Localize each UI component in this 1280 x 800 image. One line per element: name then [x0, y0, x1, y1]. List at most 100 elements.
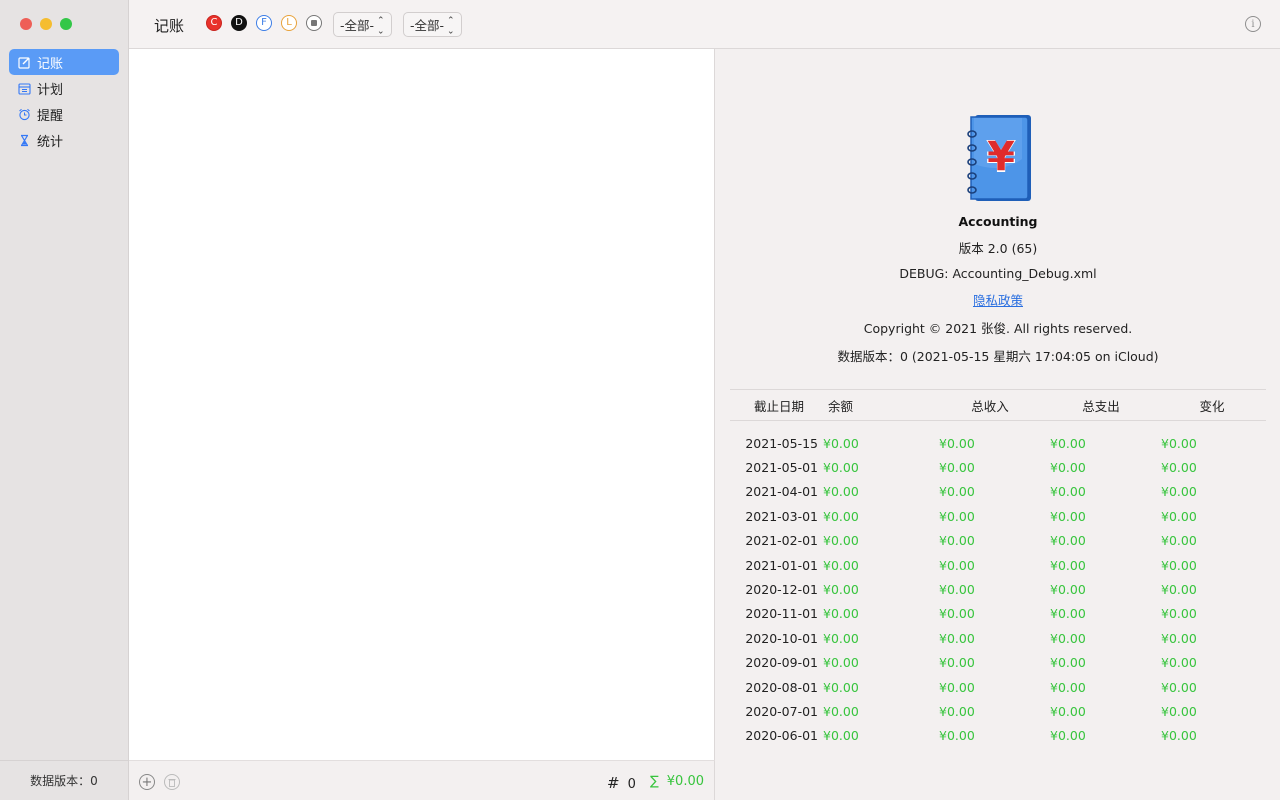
row-balance: ¥0.00	[823, 655, 859, 671]
category-popup-value: -全部-	[340, 18, 375, 33]
table-row[interactable]: 2021-01-01 ¥0.00 ¥0.00 ¥0.00 ¥0.00	[730, 553, 1266, 577]
row-expense: ¥0.00	[1050, 533, 1086, 549]
trash-icon[interactable]	[164, 774, 180, 790]
row-balance: ¥0.00	[823, 460, 859, 476]
sidebar-item-label: 计划	[37, 82, 64, 98]
row-income: ¥0.00	[939, 435, 975, 451]
sidebar-item-plan[interactable]: 计划	[9, 75, 119, 101]
sidebar-item-statistics[interactable]: 统计	[9, 127, 119, 153]
filter-c-button[interactable]: C	[206, 15, 222, 31]
close-window-button[interactable]	[20, 18, 32, 30]
account-popup[interactable]: -全部- ⌃ ⌃	[403, 12, 462, 37]
table-row[interactable]: 2020-08-01 ¥0.00 ¥0.00 ¥0.00 ¥0.00	[730, 675, 1266, 699]
table-row[interactable]: 2020-06-01 ¥0.00 ¥0.00 ¥0.00 ¥0.00	[730, 724, 1266, 748]
column-header-expense[interactable]: 总支出	[1041, 396, 1152, 415]
sidebar-item-label: 记账	[37, 56, 64, 72]
sidebar-item-bookkeeping[interactable]: 记账	[9, 49, 119, 75]
table-row[interactable]: 2021-05-15 ¥0.00 ¥0.00 ¥0.00 ¥0.00	[730, 431, 1266, 455]
total-sum: ∑ ¥0.00	[650, 774, 704, 789]
debug-file: DEBUG: Accounting_Debug.xml	[899, 266, 1097, 281]
table-row[interactable]: 2020-12-01 ¥0.00 ¥0.00 ¥0.00 ¥0.00	[730, 577, 1266, 601]
table-header: 截止日期 余额 总收入 总支出 变化	[730, 389, 1266, 421]
row-expense: ¥0.00	[1050, 655, 1086, 671]
app-logo: ¥ ¥	[962, 114, 1034, 202]
table-row[interactable]: 2021-02-01 ¥0.00 ¥0.00 ¥0.00 ¥0.00	[730, 529, 1266, 553]
detail-panel: ¥ ¥ Accounting 版本 2.0 (65) DEBUG: Accoun…	[716, 49, 1280, 800]
toolbar: 记账 C D F L -全部- ⌃ ⌃ -全部- ⌃ ⌃ i	[129, 0, 1280, 49]
table-row[interactable]: 2020-07-01 ¥0.00 ¥0.00 ¥0.00 ¥0.00	[730, 699, 1266, 723]
column-header-date[interactable]: 截止日期	[730, 396, 818, 415]
table-row[interactable]: 2020-11-01 ¥0.00 ¥0.00 ¥0.00 ¥0.00	[730, 602, 1266, 626]
record-count: #0	[607, 774, 636, 792]
privacy-link-row: 隐私政策	[716, 290, 1280, 309]
table-row[interactable]: 2021-03-01 ¥0.00 ¥0.00 ¥0.00 ¥0.00	[730, 504, 1266, 528]
row-change: ¥0.00	[1161, 728, 1197, 744]
row-income: ¥0.00	[939, 533, 975, 549]
info-icon[interactable]: i	[1245, 16, 1261, 32]
column-header-income[interactable]: 总收入	[930, 396, 1041, 415]
add-button[interactable]: +	[139, 774, 155, 790]
app-version: 版本 2.0 (65)	[958, 241, 1038, 256]
minimize-window-button[interactable]	[40, 18, 52, 30]
record-count-value: 0	[627, 777, 636, 792]
row-change: ¥0.00	[1161, 703, 1197, 719]
table-row[interactable]: 2021-04-01 ¥0.00 ¥0.00 ¥0.00 ¥0.00	[730, 480, 1266, 504]
hash-icon: #	[607, 774, 620, 792]
yen-symbol: ¥	[987, 134, 1015, 180]
row-income: ¥0.00	[939, 582, 975, 598]
row-balance: ¥0.00	[823, 630, 859, 646]
filter-l-button[interactable]: L	[281, 15, 297, 31]
chevron-updown-icon: ⌃ ⌃	[447, 15, 455, 34]
transaction-list[interactable]	[129, 49, 715, 760]
sidebar-list: 记账 计划 提醒 统计	[9, 49, 119, 153]
privacy-policy-link[interactable]: 隐私政策	[973, 293, 1023, 308]
row-date: 2020-09-01	[745, 655, 818, 671]
row-expense: ¥0.00	[1050, 484, 1086, 500]
row-date: 2021-02-01	[745, 533, 818, 549]
row-income: ¥0.00	[939, 655, 975, 671]
hourglass-icon	[17, 133, 31, 147]
row-balance: ¥0.00	[823, 533, 859, 549]
table-row[interactable]: 2020-10-01 ¥0.00 ¥0.00 ¥0.00 ¥0.00	[730, 626, 1266, 650]
row-expense: ¥0.00	[1050, 557, 1086, 573]
column-header-change[interactable]: 变化	[1152, 396, 1263, 415]
table-row[interactable]: 2020-09-01 ¥0.00 ¥0.00 ¥0.00 ¥0.00	[730, 651, 1266, 675]
row-expense: ¥0.00	[1050, 435, 1086, 451]
row-balance: ¥0.00	[823, 703, 859, 719]
row-date: 2021-05-01	[745, 460, 818, 476]
row-change: ¥0.00	[1161, 533, 1197, 549]
row-change: ¥0.00	[1161, 460, 1197, 476]
category-popup[interactable]: -全部- ⌃ ⌃	[333, 12, 392, 37]
filter-f-button[interactable]: F	[256, 15, 272, 31]
window-controls	[20, 18, 72, 30]
row-expense: ¥0.00	[1050, 728, 1086, 744]
table-row[interactable]: 2021-05-01 ¥0.00 ¥0.00 ¥0.00 ¥0.00	[730, 455, 1266, 479]
filter-d-button[interactable]: D	[231, 15, 247, 31]
row-expense: ¥0.00	[1050, 508, 1086, 524]
row-date: 2021-03-01	[745, 508, 818, 524]
row-income: ¥0.00	[939, 508, 975, 524]
zoom-window-button[interactable]	[60, 18, 72, 30]
row-change: ¥0.00	[1161, 557, 1197, 573]
sidebar-data-version: 数据版本：0	[0, 760, 128, 800]
row-date: 2020-06-01	[745, 728, 818, 744]
row-balance: ¥0.00	[823, 484, 859, 500]
row-income: ¥0.00	[939, 679, 975, 695]
row-date: 2020-10-01	[745, 630, 818, 646]
row-date: 2020-07-01	[745, 703, 818, 719]
sidebar-item-reminder[interactable]: 提醒	[9, 101, 119, 127]
row-income: ¥0.00	[939, 703, 975, 719]
stop-icon[interactable]	[306, 15, 322, 31]
row-balance: ¥0.00	[823, 582, 859, 598]
row-income: ¥0.00	[939, 728, 975, 744]
about-section: ¥ ¥ Accounting 版本 2.0 (65) DEBUG: Accoun…	[716, 114, 1280, 365]
row-balance: ¥0.00	[823, 606, 859, 622]
row-expense: ¥0.00	[1050, 630, 1086, 646]
row-expense: ¥0.00	[1050, 582, 1086, 598]
row-date: 2021-05-15	[745, 435, 818, 451]
row-income: ¥0.00	[939, 606, 975, 622]
row-date: 2020-08-01	[745, 679, 818, 695]
column-header-balance[interactable]: 余额	[818, 396, 930, 415]
chevron-updown-icon: ⌃ ⌃	[377, 15, 385, 34]
statistics-table: 截止日期 余额 总收入 总支出 变化 2021-05-15 ¥0.00 ¥0.00 ¥…	[730, 389, 1266, 748]
